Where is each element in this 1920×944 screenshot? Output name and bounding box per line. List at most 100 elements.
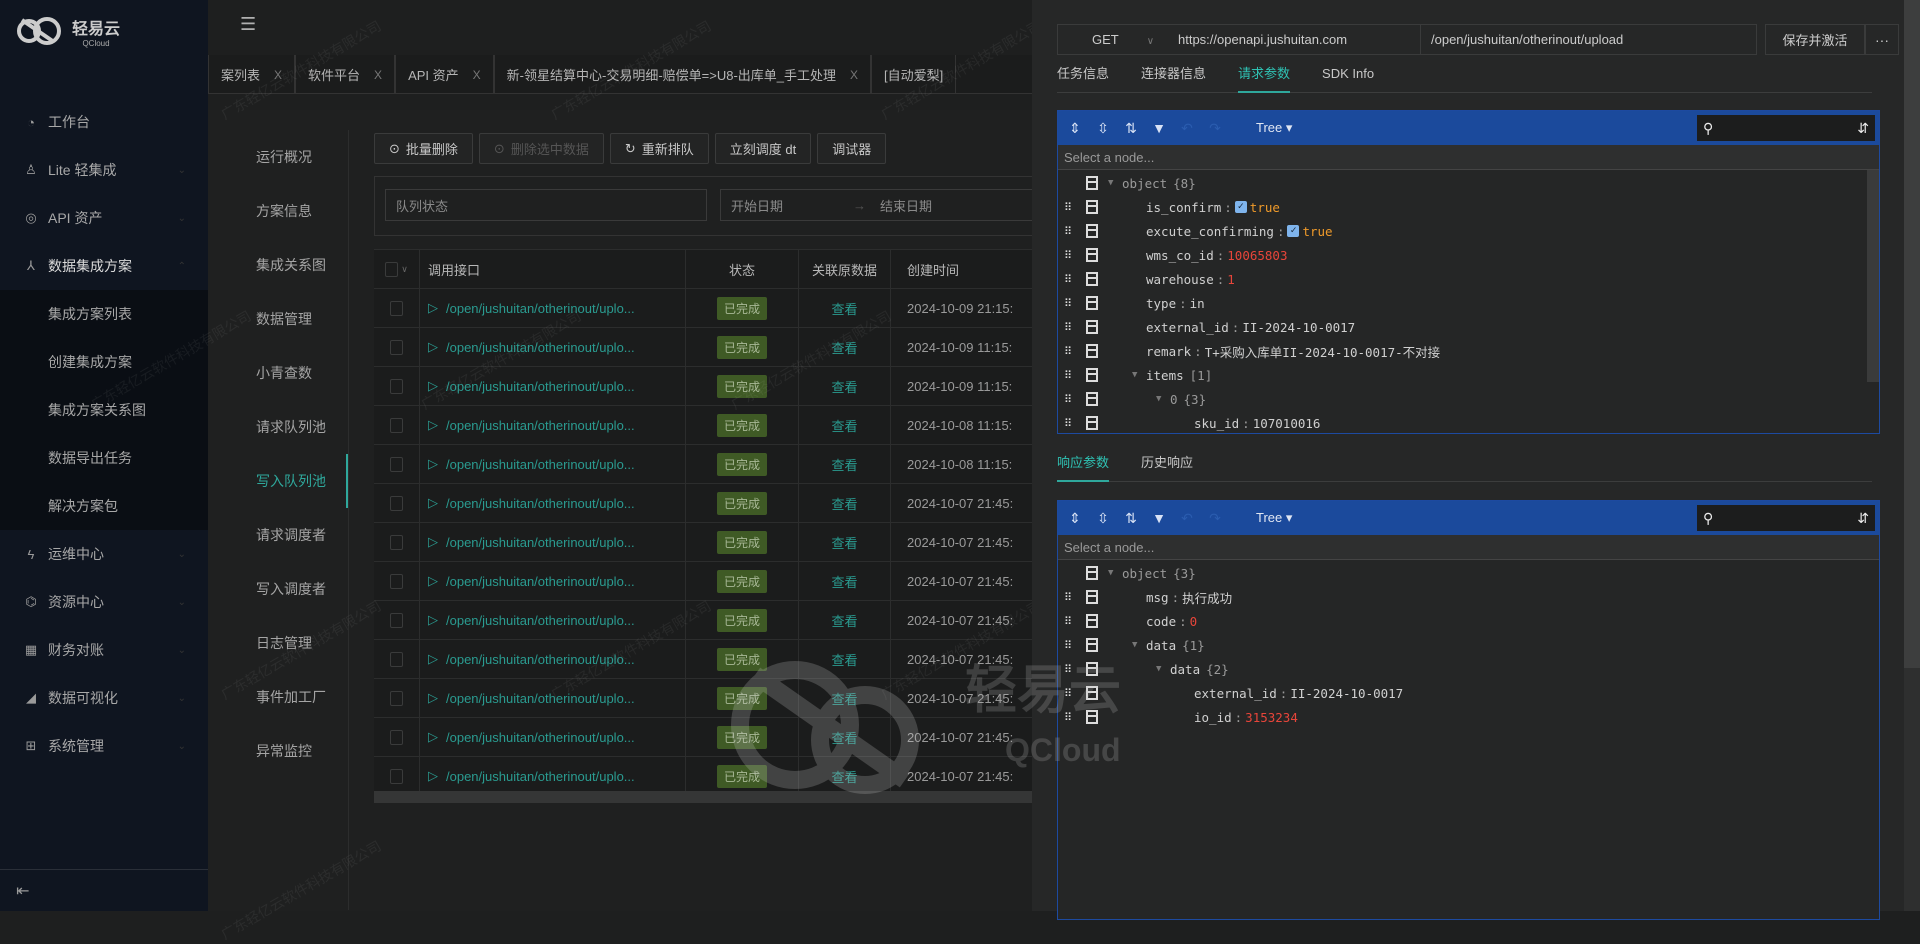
delete-selected-button[interactable]: ⊙ 删除选中数据 — [478, 133, 604, 164]
node-value[interactable]: 3153234 — [1245, 710, 1298, 725]
context-menu-icon[interactable] — [1086, 416, 1098, 430]
sidebar-item[interactable]: ◎ API 资产 ⌄ — [0, 194, 208, 242]
row-checkbox[interactable] — [390, 417, 403, 433]
sidebar-item[interactable]: ♙ Lite 轻集成 ⌄ — [0, 146, 208, 194]
row-checkbox[interactable] — [390, 456, 403, 472]
panel-tab[interactable]: 任务信息 — [1057, 59, 1109, 93]
context-menu-icon[interactable] — [1086, 272, 1098, 286]
context-menu-icon[interactable] — [1086, 392, 1098, 406]
sidebar-item[interactable]: ϟ 运维中心 ⌄ — [0, 530, 208, 578]
tree-node[interactable]: ⠿ external_id: II-2024-10-0017 — [1058, 315, 1879, 339]
api-cell[interactable]: ▷ /open/jushuitan/otherinout/uplo... — [420, 523, 686, 561]
row-checkbox[interactable] — [390, 729, 403, 745]
view-link[interactable]: 查看 — [831, 299, 857, 318]
node-navigation-bar[interactable]: Select a node... — [1058, 535, 1879, 560]
view-link[interactable]: 查看 — [831, 650, 857, 669]
tree-node[interactable]: ⠿ io_id:3153234 — [1058, 705, 1879, 729]
drag-handle-icon[interactable]: ⠿ — [1064, 394, 1074, 405]
tree-node[interactable]: ▼ object {3} — [1058, 561, 1879, 585]
api-cell[interactable]: ▷ /open/jushuitan/otherinout/uplo... — [420, 562, 686, 600]
view-link[interactable]: 查看 — [831, 494, 857, 513]
node-key[interactable]: sku_id — [1194, 416, 1239, 431]
save-activate-button[interactable]: 保存并激活 — [1765, 24, 1865, 55]
context-menu-icon[interactable] — [1086, 710, 1098, 724]
node-key[interactable]: items — [1146, 368, 1184, 383]
api-cell[interactable]: ▷ /open/jushuitan/otherinout/uplo... — [420, 328, 686, 366]
view-link[interactable]: 查看 — [831, 377, 857, 396]
drag-handle-icon[interactable]: ⠿ — [1064, 640, 1074, 651]
subnav-item[interactable]: 写入调度者 — [208, 562, 348, 616]
tree-node[interactable]: ⠿ warehouse:1 — [1058, 267, 1879, 291]
row-checkbox[interactable] — [390, 300, 403, 316]
context-menu-icon[interactable] — [1086, 296, 1098, 310]
subnav-item[interactable]: 运行概况 — [208, 130, 348, 184]
node-key[interactable]: warehouse — [1146, 272, 1214, 287]
mode-select[interactable]: Tree ▾ — [1256, 120, 1292, 136]
expand-all-icon[interactable]: ⇕ — [1066, 510, 1084, 527]
view-link[interactable]: 查看 — [831, 416, 857, 435]
panel-tab[interactable]: SDK Info — [1322, 59, 1374, 93]
panel-scrollbar[interactable] — [1904, 0, 1920, 911]
tree-node[interactable]: ⠿ code:0 — [1058, 609, 1879, 633]
tree-node[interactable]: ⠿ is_confirm: ✓ true — [1058, 195, 1879, 219]
expand-arrow-icon[interactable]: ▼ — [1132, 370, 1146, 380]
context-menu-icon[interactable] — [1086, 176, 1098, 190]
date-range-input[interactable]: 开始日期 → 结束日期 — [720, 189, 1050, 221]
collapse-all-icon[interactable]: ⇳ — [1094, 510, 1112, 527]
drag-handle-icon[interactable]: ⠿ — [1064, 346, 1074, 357]
view-link[interactable]: 查看 — [831, 728, 857, 747]
api-cell[interactable]: ▷ /open/jushuitan/otherinout/uplo... — [420, 757, 686, 795]
node-key[interactable]: external_id — [1194, 686, 1277, 701]
node-value[interactable]: 执行成功 — [1182, 588, 1232, 607]
context-menu-icon[interactable] — [1086, 614, 1098, 628]
api-link[interactable]: /open/jushuitan/otherinout/uplo... — [446, 691, 635, 706]
close-icon[interactable]: X — [274, 68, 282, 82]
api-link[interactable]: /open/jushuitan/otherinout/uplo... — [446, 379, 635, 394]
page-tab[interactable]: 新-领星结算中心-交易明细-赔偿单=>U8-出库单_手工处理 X — [493, 55, 872, 94]
search-nav-icon[interactable]: ⇵ — [1857, 510, 1869, 527]
view-link[interactable]: 查看 — [831, 572, 857, 591]
node-key[interactable]: remark — [1146, 344, 1191, 359]
api-link[interactable]: /open/jushuitan/otherinout/uplo... — [446, 457, 635, 472]
sidebar-item[interactable]: ◢ 数据可视化 ⌄ — [0, 674, 208, 722]
close-icon[interactable]: X — [374, 68, 382, 82]
redo-icon[interactable]: ↷ — [1206, 510, 1224, 527]
subnav-item[interactable]: 事件加工厂 — [208, 670, 348, 724]
sidebar-item[interactable]: ◔ 工作台 — [0, 98, 208, 146]
drag-handle-icon[interactable]: ⠿ — [1064, 418, 1074, 429]
tree-node[interactable]: ⠿ ▼ items [1] — [1058, 363, 1879, 387]
node-key[interactable]: external_id — [1146, 320, 1229, 335]
drag-handle-icon[interactable]: ⠿ — [1064, 226, 1074, 237]
tree-node[interactable]: ⠿ ▼ 0 {3} — [1058, 387, 1879, 411]
context-menu-icon[interactable] — [1086, 638, 1098, 652]
redo-icon[interactable]: ↷ — [1206, 120, 1224, 137]
row-checkbox[interactable] — [390, 651, 403, 667]
api-link[interactable]: /open/jushuitan/otherinout/uplo... — [446, 496, 635, 511]
row-checkbox[interactable] — [390, 495, 403, 511]
context-menu-icon[interactable] — [1086, 590, 1098, 604]
subnav-item[interactable]: 集成关系图 — [208, 238, 348, 292]
node-value[interactable]: 10065803 — [1227, 248, 1287, 263]
menu-toggle-icon[interactable]: ☰ — [240, 14, 256, 35]
row-checkbox[interactable] — [390, 534, 403, 550]
column-header[interactable]: 调用接口 — [420, 250, 686, 288]
api-cell[interactable]: ▷ /open/jushuitan/otherinout/uplo... — [420, 679, 686, 717]
row-checkbox[interactable] — [390, 612, 403, 628]
expand-arrow-icon[interactable]: ▼ — [1108, 568, 1122, 578]
node-key[interactable]: io_id — [1194, 710, 1232, 725]
node-value[interactable]: 0 — [1190, 614, 1198, 629]
subnav-item[interactable]: 日志管理 — [208, 616, 348, 670]
context-menu-icon[interactable] — [1086, 686, 1098, 700]
node-value[interactable]: 1 — [1227, 272, 1235, 287]
api-link[interactable]: /open/jushuitan/otherinout/uplo... — [446, 730, 635, 745]
drag-handle-icon[interactable]: ⠿ — [1064, 616, 1074, 627]
sidebar-item[interactable]: ⊞ 系统管理 ⌄ — [0, 722, 208, 770]
expand-arrow-icon[interactable]: ▼ — [1156, 394, 1170, 404]
page-tab[interactable]: API 资产 X — [395, 55, 494, 94]
node-key[interactable]: excute_confirming — [1146, 224, 1274, 239]
api-cell[interactable]: ▷ /open/jushuitan/otherinout/uplo... — [420, 640, 686, 678]
node-key[interactable]: data — [1170, 662, 1200, 677]
node-key[interactable]: is_confirm — [1146, 200, 1221, 215]
tree-node[interactable]: ⠿ external_id: II-2024-10-0017 — [1058, 681, 1879, 705]
collapse-sidebar-button[interactable]: ⇤ — [0, 869, 208, 911]
